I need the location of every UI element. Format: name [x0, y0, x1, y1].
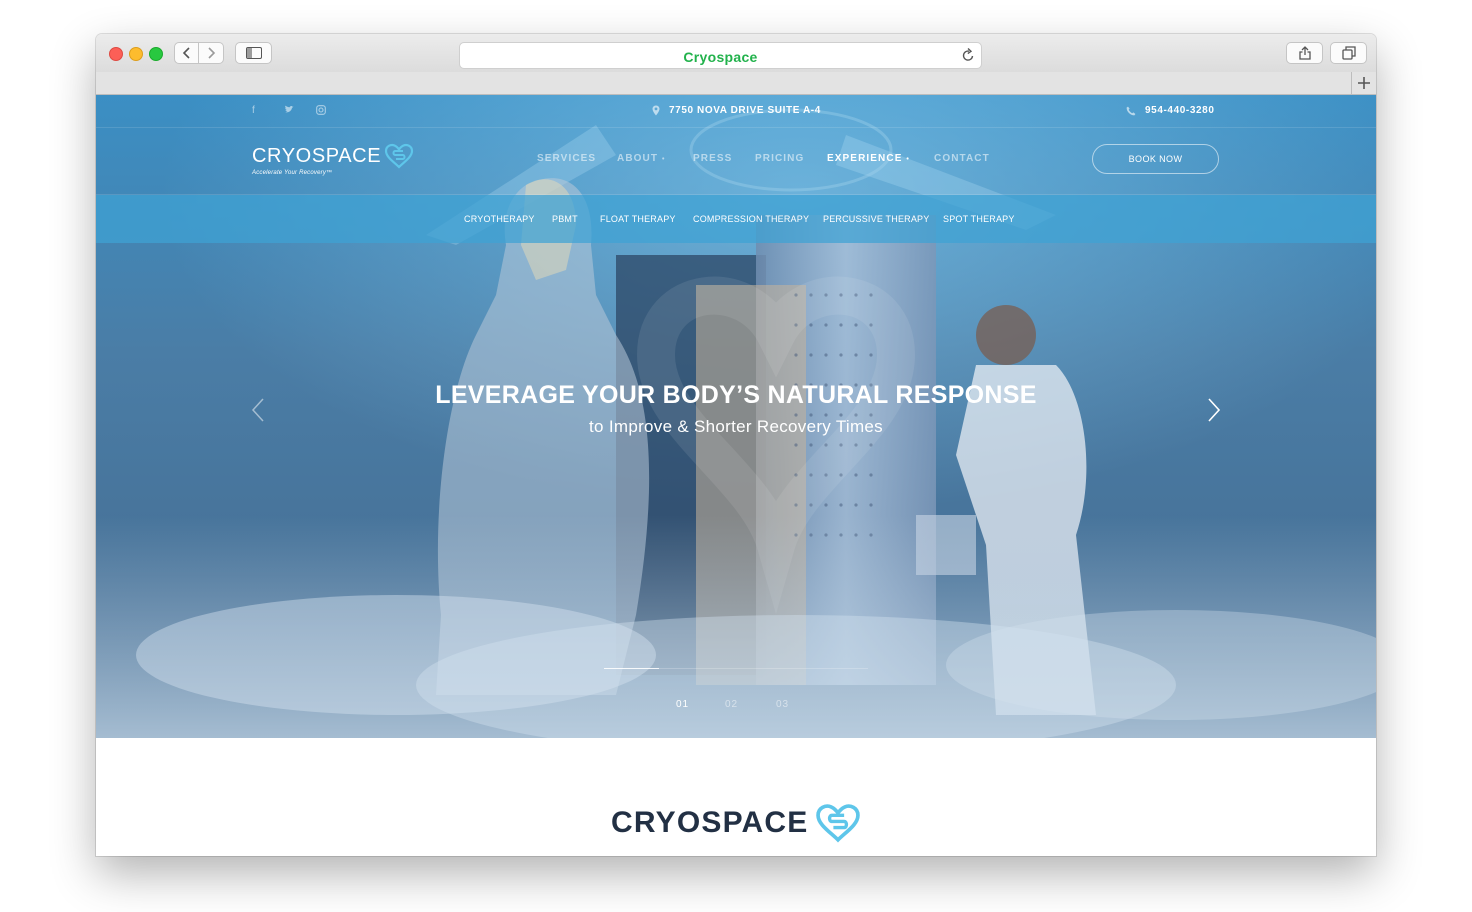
slider-progress-bar: [604, 668, 868, 669]
phone-icon: [1126, 106, 1136, 115]
facebook-icon[interactable]: f: [252, 105, 255, 116]
tabs-icon: [1341, 46, 1356, 60]
close-window-button[interactable]: [109, 47, 123, 61]
subnav-compression-therapy[interactable]: COMPRESSION THERAPY: [693, 214, 809, 224]
web-page: f 7750 NOVA DRIVE SUITE A-4 954-440-3280: [96, 95, 1376, 856]
heart-logo-icon: [385, 143, 414, 169]
plus-icon: [1358, 77, 1370, 89]
book-now-button[interactable]: BOOK NOW: [1092, 144, 1219, 174]
new-tab-button[interactable]: [1351, 72, 1376, 94]
hero-headline: LEVERAGE YOUR BODY’S NATURAL RESPONSE: [435, 381, 1037, 409]
main-navigation: CRYOSPACE Accelerate Your Recovery™ SERV…: [96, 127, 1376, 195]
hero-subheadline: to Improve & Shorter Recovery Times: [589, 417, 883, 436]
chevron-left-icon: [182, 47, 190, 59]
subnav-percussive-therapy[interactable]: PERCUSSIVE THERAPY: [823, 214, 929, 224]
phone-info[interactable]: 954-440-3280: [1126, 105, 1214, 116]
slider-prev-arrow[interactable]: [251, 397, 265, 428]
logo-tagline: Accelerate Your Recovery™: [252, 170, 333, 176]
sidebar-toggle-button[interactable]: [235, 42, 272, 64]
share-icon: [1298, 46, 1311, 60]
sub-navigation: CRYOTHERAPY PBMT FLOAT THERAPY COMPRESSI…: [96, 195, 1376, 243]
chevron-right-icon: [1208, 398, 1221, 422]
nav-press[interactable]: PRESS: [693, 153, 732, 164]
subnav-pbmt[interactable]: PBMT: [552, 214, 578, 224]
heart-logo-icon: [815, 804, 860, 843]
nav-services[interactable]: SERVICES: [537, 153, 596, 164]
site-logo[interactable]: CRYOSPACE Accelerate Your Recovery™: [252, 143, 414, 176]
content-logo: CRYOSPACE: [611, 803, 861, 843]
map-pin-icon: [652, 105, 660, 116]
back-button[interactable]: [174, 42, 199, 64]
slider-next-arrow[interactable]: [1207, 397, 1221, 428]
subnav-spot-therapy[interactable]: SPOT THERAPY: [943, 214, 1015, 224]
chevron-right-icon: [208, 47, 216, 59]
nav-pricing[interactable]: PRICING: [755, 153, 804, 164]
slide-indicator-01[interactable]: 01: [676, 699, 689, 710]
forward-button[interactable]: [199, 42, 224, 64]
chevron-left-icon: [251, 398, 264, 422]
twitter-icon[interactable]: [284, 105, 294, 117]
slider-progress-fill: [604, 668, 660, 669]
subnav-cryotherapy[interactable]: CRYOTHERAPY: [464, 214, 535, 224]
caret-down-icon: •: [661, 156, 666, 163]
hero-slider: f 7750 NOVA DRIVE SUITE A-4 954-440-3280: [96, 95, 1376, 738]
nav-contact[interactable]: CONTACT: [934, 153, 990, 164]
address-bar[interactable]: Cryospace: [459, 42, 982, 69]
slide-indicator-02[interactable]: 02: [725, 699, 738, 710]
nav-about[interactable]: ABOUT •: [617, 153, 666, 164]
tab-overview-button[interactable]: [1330, 42, 1367, 64]
nav-experience[interactable]: EXPERIENCE •: [827, 153, 910, 164]
instagram-icon[interactable]: [316, 105, 326, 118]
browser-window: Cryospace f 7750 NOVA DRIVE SUITE A-4 95…: [96, 34, 1376, 856]
maximize-window-button[interactable]: [149, 47, 163, 61]
tab-strip: [96, 72, 1376, 95]
subnav-float-therapy[interactable]: FLOAT THERAPY: [600, 214, 676, 224]
sidebar-icon: [245, 47, 262, 59]
slide-indicator-03[interactable]: 03: [776, 699, 789, 710]
browser-toolbar: Cryospace: [96, 34, 1376, 73]
logo-wordmark: CRYOSPACE: [252, 144, 382, 167]
location-info[interactable]: 7750 NOVA DRIVE SUITE A-4: [652, 105, 821, 116]
address-text: 7750 NOVA DRIVE SUITE A-4: [669, 105, 821, 116]
reload-icon[interactable]: [961, 47, 975, 68]
info-bar: f 7750 NOVA DRIVE SUITE A-4 954-440-3280: [96, 95, 1376, 128]
phone-number: 954-440-3280: [1145, 105, 1215, 116]
content-logo-wordmark: CRYOSPACE: [611, 806, 809, 839]
share-button[interactable]: [1286, 42, 1323, 64]
caret-down-icon: •: [906, 156, 910, 163]
minimize-window-button[interactable]: [129, 47, 143, 61]
address-text: Cryospace: [683, 49, 758, 65]
